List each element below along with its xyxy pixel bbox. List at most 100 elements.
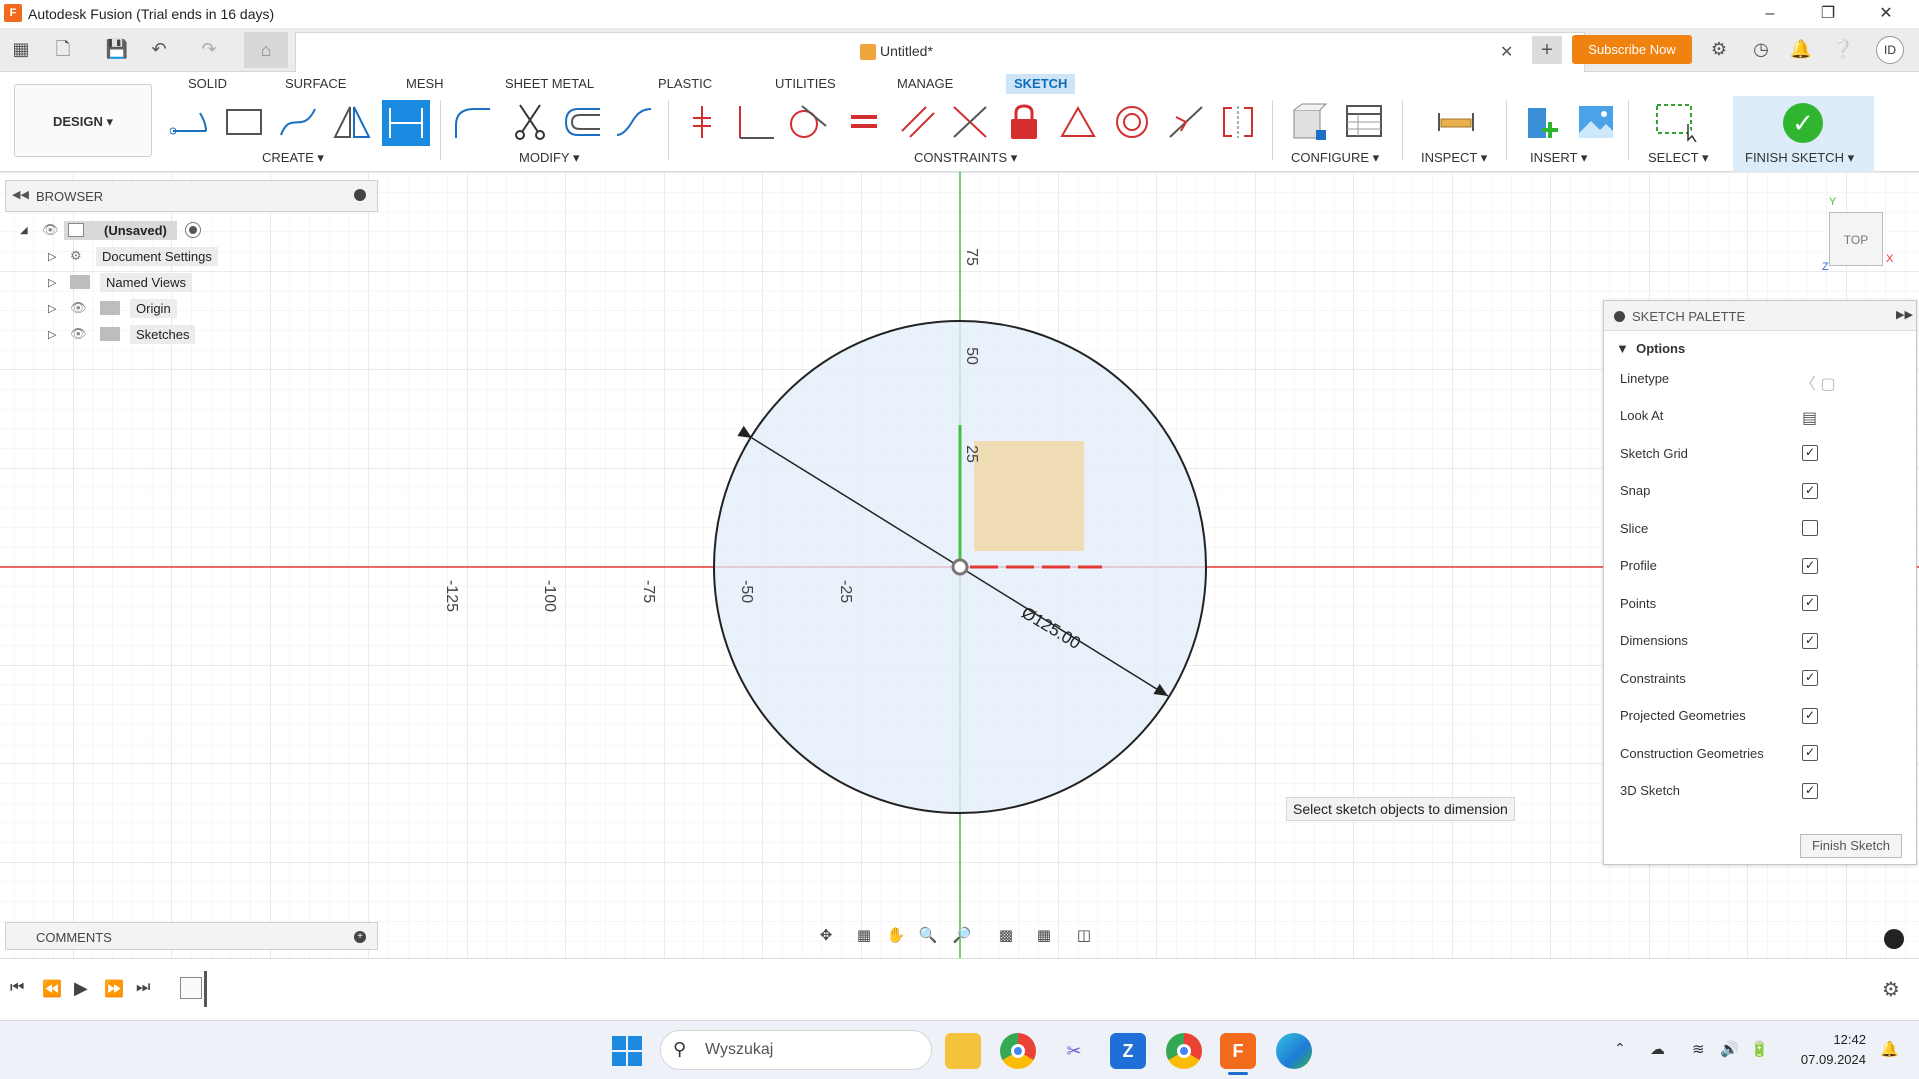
tab-manage[interactable]: MANAGE (897, 74, 953, 94)
workspace-switcher[interactable]: DESIGN ▾ (14, 84, 152, 157)
undo-icon[interactable]: ↶ (146, 36, 172, 62)
configure-table-icon[interactable] (1342, 100, 1386, 144)
collapse-browser-icon[interactable]: ◀◀ (12, 188, 29, 201)
tab-utilities[interactable]: UTILITIES (775, 74, 836, 94)
step-back-icon[interactable]: ⏪ (42, 979, 62, 999)
palette-checkbox[interactable]: ✓ (1802, 557, 1818, 574)
palette-finish-sketch-button[interactable]: Finish Sketch (1800, 834, 1902, 858)
tab-surface[interactable]: SURFACE (285, 74, 346, 94)
palette-checkbox[interactable]: ✓ (1802, 707, 1818, 724)
look-at-icon[interactable]: ▦ (852, 924, 876, 948)
z-app-icon[interactable]: Z (1110, 1033, 1146, 1069)
palette-option-row[interactable]: Construction Geometries ✓ (1604, 734, 1916, 772)
perpendicular-constraint-icon[interactable] (734, 100, 778, 144)
redo-icon[interactable]: ↷ (196, 36, 222, 62)
expand-triangle-icon[interactable]: ▷ (48, 250, 70, 263)
collinear-constraint-icon[interactable] (948, 100, 992, 144)
modify-menu[interactable]: MODIFY ▾ (519, 150, 579, 166)
constraints-menu[interactable]: CONSTRAINTS ▾ (914, 150, 1017, 166)
palette-minimize-icon[interactable] (1614, 311, 1625, 322)
inspect-menu[interactable]: INSPECT ▾ (1421, 150, 1487, 166)
tab-sketch[interactable]: SKETCH (1006, 74, 1076, 94)
configure-menu[interactable]: CONFIGURE ▾ (1291, 150, 1379, 166)
collapse-triangle-icon[interactable]: ◢ (20, 225, 42, 236)
look-at-icon[interactable]: ▤ (1802, 408, 1817, 428)
chrome-icon[interactable] (1000, 1033, 1036, 1069)
volume-icon[interactable]: 🔊 (1720, 1040, 1739, 1058)
notification-center-icon[interactable]: 🔔 (1880, 1040, 1899, 1058)
mirror-tool-icon[interactable] (330, 100, 374, 144)
pan-hand-icon[interactable]: ✋ (884, 924, 908, 948)
tree-item-sketches[interactable]: ▷ 👁 Sketches (48, 321, 320, 347)
finish-sketch-check-icon[interactable]: ✓ (1783, 103, 1823, 143)
document-tab[interactable] (295, 32, 1585, 72)
palette-checkbox[interactable] (1802, 520, 1818, 536)
edge-icon[interactable] (1276, 1033, 1312, 1069)
select-window-icon[interactable] (1654, 100, 1698, 144)
wifi-icon[interactable]: ≋ (1692, 1040, 1705, 1058)
timeline-marker[interactable] (204, 971, 207, 1007)
step-forward-icon[interactable]: ⏩ (104, 979, 124, 999)
palette-option-row[interactable]: Slice (1604, 509, 1916, 547)
insert-menu[interactable]: INSERT ▾ (1530, 150, 1587, 166)
palette-option-row[interactable]: Constraints ✓ (1604, 659, 1916, 697)
parallel-constraint-icon[interactable] (896, 100, 940, 144)
palette-option-row[interactable]: Points ✓ (1604, 584, 1916, 622)
fix-lock-icon[interactable] (1002, 100, 1046, 144)
apps-grid-icon[interactable]: ▦ (8, 36, 34, 62)
tab-solid[interactable]: SOLID (188, 74, 227, 94)
root-component[interactable]: (Unsaved) (64, 220, 177, 240)
user-avatar[interactable]: ID (1876, 36, 1904, 64)
visibility-eye-icon[interactable]: 👁 (70, 326, 100, 342)
palette-option-row[interactable]: Dimensions ✓ (1604, 622, 1916, 660)
palette-option-row[interactable]: Linetype 〈 ▢ (1604, 359, 1916, 397)
insert-component-icon[interactable] (1520, 100, 1564, 144)
help-icon[interactable]: ❔ (1830, 36, 1856, 62)
palette-checkbox[interactable]: ✓ (1802, 745, 1818, 761)
palette-option-row[interactable]: Look At ▤ (1604, 397, 1916, 435)
subscribe-now-button[interactable]: Subscribe Now (1572, 35, 1692, 64)
file-explorer-icon[interactable] (945, 1033, 981, 1069)
tangent-constraint-icon[interactable] (786, 100, 830, 144)
grid-settings-icon[interactable]: ▦ (1032, 924, 1056, 948)
comments-panel[interactable]: COMMENTS + (5, 922, 378, 950)
line-tool-icon[interactable] (168, 100, 212, 144)
file-menu-icon[interactable]: 🗋 (50, 36, 76, 62)
battery-icon[interactable]: 🔋 (1750, 1040, 1769, 1058)
expand-triangle-icon[interactable]: ▷ (48, 302, 70, 315)
spline-tool-icon[interactable] (276, 100, 320, 144)
dimension-tool-icon[interactable] (382, 100, 430, 146)
triangle-constraint-icon[interactable] (1056, 100, 1100, 144)
windows-start-icon[interactable] (612, 1036, 642, 1066)
job-status-icon[interactable]: ◷ (1748, 36, 1774, 62)
sketch-feature-icon[interactable] (180, 977, 202, 999)
create-menu[interactable]: CREATE ▾ (262, 150, 324, 166)
palette-checkbox[interactable]: ✓ (1802, 632, 1818, 649)
palette-checkbox[interactable]: ✓ (1802, 482, 1818, 499)
coincident-constraint-icon[interactable] (680, 100, 724, 144)
linetype-construction-icon[interactable]: 〈 ▢ (1800, 370, 1836, 394)
origin-point[interactable] (951, 558, 969, 576)
chrome-profile-icon[interactable] (1166, 1033, 1202, 1069)
palette-checkbox[interactable]: ✓ (1802, 670, 1818, 686)
palette-option-row[interactable]: Projected Geometries ✓ (1604, 697, 1916, 735)
rectangle-tool-icon[interactable] (222, 100, 266, 144)
palette-checkbox[interactable]: ✓ (1802, 782, 1818, 799)
options-section-header[interactable]: ▼ Options (1616, 341, 1685, 356)
tree-item-document-settings[interactable]: ▷ ⚙ Document Settings (48, 243, 320, 269)
view-mode-icon[interactable] (1884, 929, 1904, 949)
trim-scissors-icon[interactable] (508, 100, 552, 144)
configure-part-icon[interactable] (1286, 100, 1330, 144)
clock-time[interactable]: 12:42 (1810, 1032, 1866, 1047)
visibility-eye-icon[interactable]: 👁 (42, 222, 64, 238)
tree-item-named-views[interactable]: ▷ Named Views (48, 269, 320, 295)
tray-chevron-icon[interactable]: ⌃ (1614, 1040, 1626, 1057)
view-cube[interactable]: TOP (1829, 212, 1883, 266)
offset-tool-icon[interactable] (560, 100, 604, 144)
save-icon[interactable]: 💾 (104, 36, 130, 62)
network-off-icon[interactable]: ☁ (1650, 1040, 1665, 1058)
palette-option-row[interactable]: Sketch Grid ✓ (1604, 434, 1916, 472)
minimize-button[interactable]: – (1750, 0, 1790, 28)
new-tab-button[interactable]: + (1532, 36, 1562, 64)
play-icon[interactable]: ▶ (74, 978, 88, 999)
